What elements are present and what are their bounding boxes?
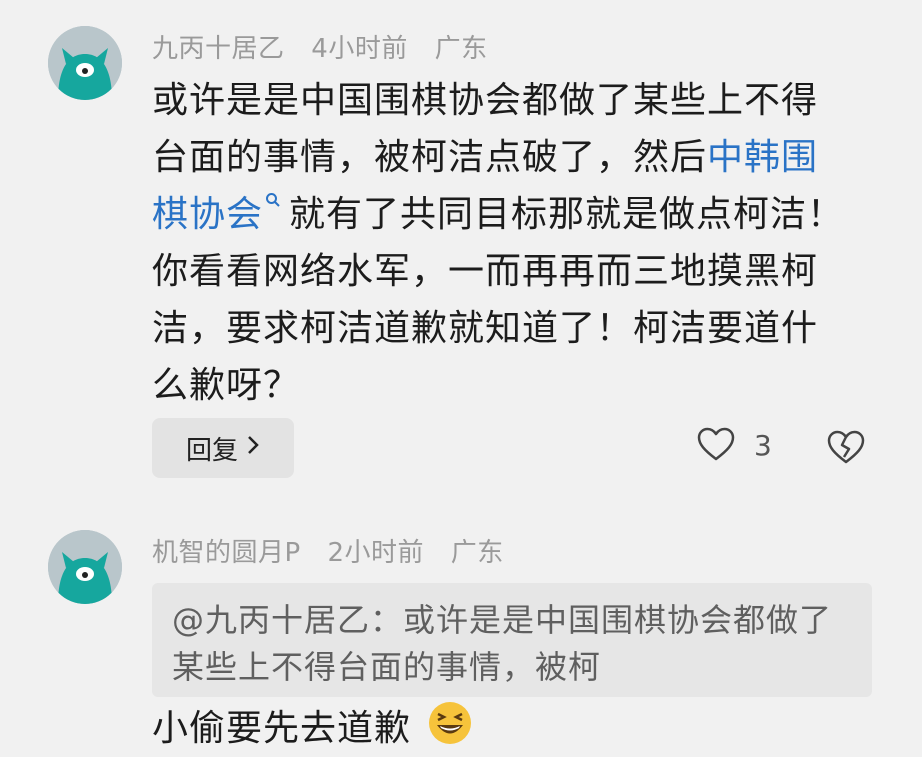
like-button[interactable]: 3: [696, 425, 772, 465]
comment-text: 小偷要先去道歉: [152, 700, 473, 757]
author-name[interactable]: 机智的圆月P: [152, 538, 301, 568]
quoted-reply[interactable]: @九丙十居乙：或许是是中国围棋协会都做了某些上不得台面的事情，被柯: [152, 583, 872, 697]
timestamp: 2小时前: [327, 538, 424, 568]
timestamp: 4小时前: [311, 34, 408, 64]
avatar-image: [48, 530, 122, 604]
chevron-right-icon: [246, 433, 260, 463]
location: 广东: [450, 538, 504, 568]
comment-text-part-1: 小偷要先去道歉: [152, 708, 412, 749]
comment-meta: 九丙十居乙 4小时前 广东: [152, 28, 506, 65]
avatar-image: [48, 26, 122, 100]
heart-outline-icon: [697, 427, 735, 461]
dislike-button[interactable]: [826, 428, 866, 472]
avatar[interactable]: [48, 26, 122, 100]
location: 广东: [434, 34, 488, 64]
like-count: 3: [754, 428, 772, 462]
search-icon[interactable]: [265, 186, 281, 216]
grinning-squint-emoji: [429, 702, 472, 744]
reply-label: 回复: [185, 435, 238, 466]
avatar[interactable]: [48, 530, 122, 604]
reply-button[interactable]: 回复: [152, 418, 294, 478]
author-name[interactable]: 九丙十居乙: [152, 34, 285, 64]
broken-heart-icon: [827, 430, 865, 464]
comment-meta: 机智的圆月P 2小时前 广东: [152, 532, 522, 569]
comment-text: 或许是是中国围棋协会都做了某些上不得台面的事情，被柯洁点破了，然后中韩围棋协会就…: [152, 72, 852, 414]
